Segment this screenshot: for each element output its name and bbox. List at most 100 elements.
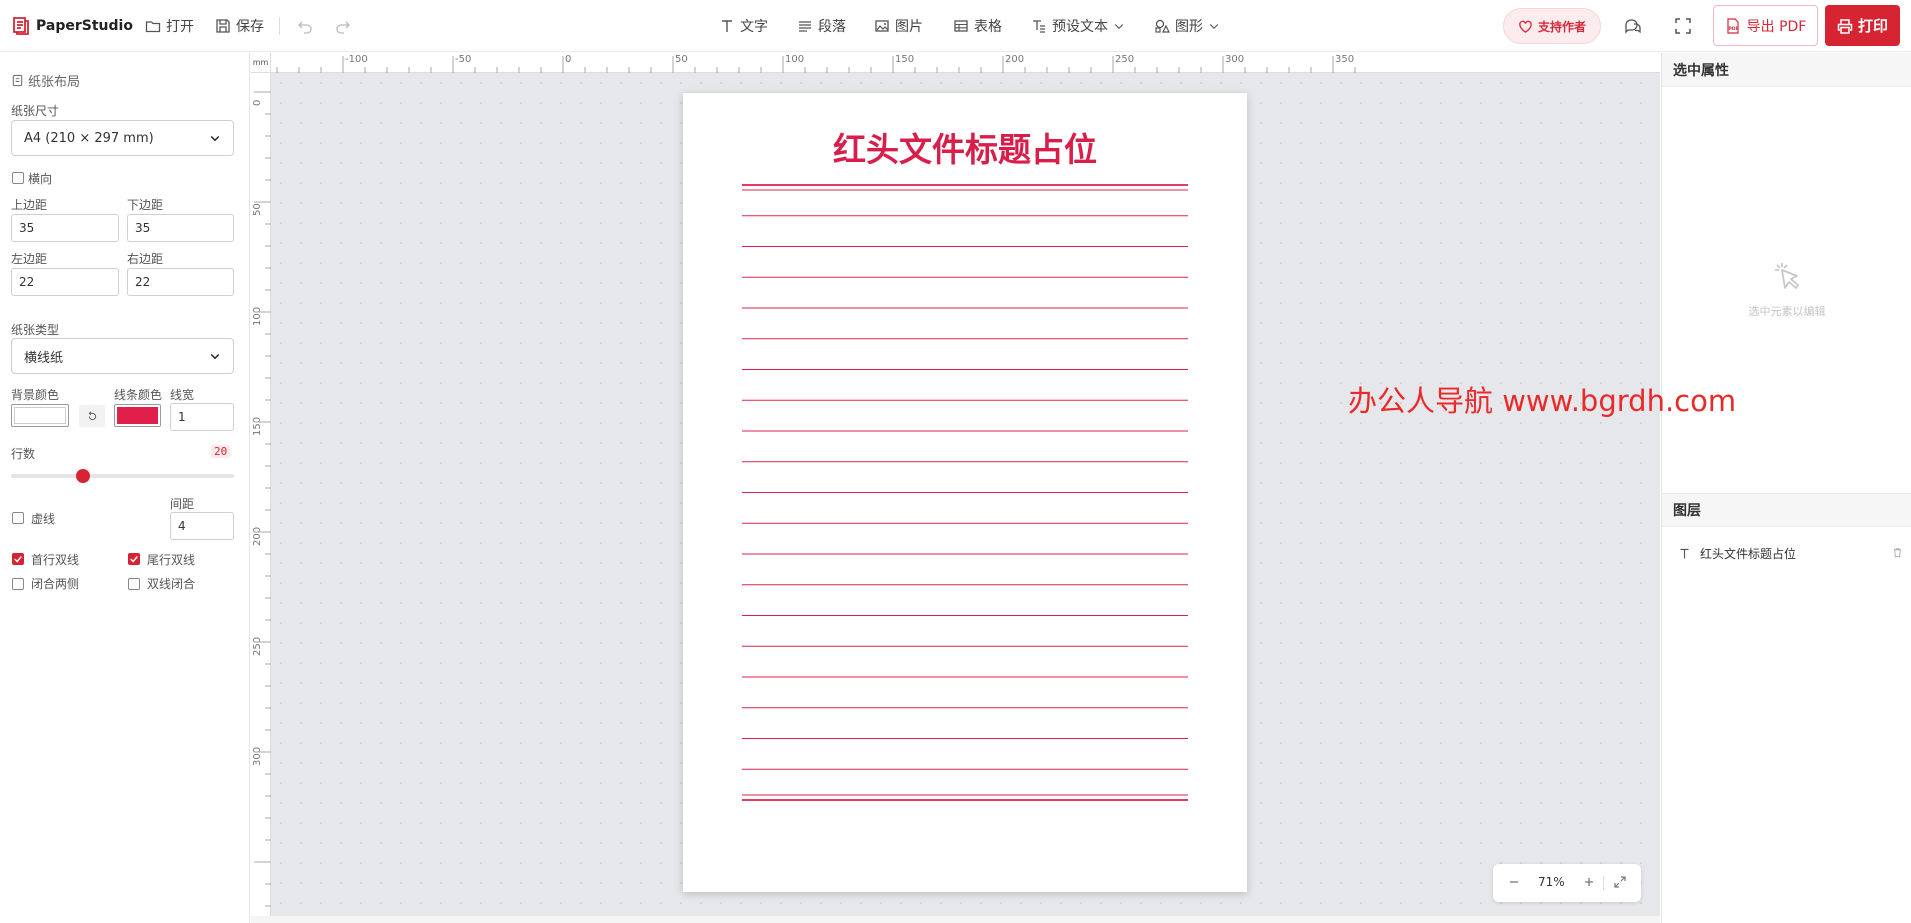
ruler-unit-label: mm (251, 53, 271, 73)
close-sides-checkbox[interactable] (12, 578, 24, 590)
chevron-down-icon (210, 135, 220, 142)
double-close-checkbox[interactable] (128, 578, 140, 590)
margin-left-input[interactable]: 22 (11, 268, 119, 296)
image-icon (875, 20, 889, 32)
section-title: 纸张布局 (28, 75, 81, 90)
fullscreen-icon (1675, 18, 1691, 34)
undo-button[interactable] (297, 13, 313, 39)
trash-icon (1893, 548, 1902, 558)
print-button[interactable]: 打印 (1825, 5, 1900, 46)
spacing-input[interactable]: 4 (170, 512, 234, 540)
preset-text-dropdown[interactable]: 预设文本 (1031, 13, 1125, 39)
status-bar (251, 916, 1660, 923)
empty-hint: 选中元素以编辑 (1748, 305, 1826, 318)
table-tool-button[interactable]: 表格 (953, 13, 1002, 39)
table-icon (954, 20, 968, 32)
layers-header: 图层 (1662, 493, 1911, 527)
text-icon (722, 20, 732, 32)
rows-slider-track[interactable] (11, 469, 234, 483)
undo-icon (298, 21, 312, 34)
fit-view-button[interactable] (1612, 874, 1628, 890)
margin-top-input[interactable]: 35 (11, 214, 119, 242)
rows-label: 行数 (11, 447, 36, 461)
zoom-out-button[interactable] (1506, 874, 1522, 890)
line-color-label: 线条颜色 (114, 388, 163, 402)
margin-top-label: 上边距 (11, 198, 48, 212)
open-button[interactable]: 打开 (145, 13, 194, 39)
layout-doc-icon (12, 74, 23, 87)
paragraph-icon (799, 21, 811, 32)
fullscreen-button[interactable] (1673, 16, 1693, 36)
paper-page[interactable]: 红头文件标题占位 (683, 93, 1247, 892)
minus-icon (1510, 881, 1518, 883)
redo-button[interactable] (335, 13, 351, 39)
paragraph-tool-button[interactable]: 段落 (797, 13, 846, 39)
expand-icon (1614, 876, 1626, 888)
preset-text-icon (1033, 20, 1045, 33)
delete-layer-button[interactable] (1892, 547, 1904, 559)
paper-type-label: 纸张类型 (11, 323, 60, 337)
save-button[interactable]: 保存 (215, 13, 264, 39)
text-tool-button[interactable]: 文字 (719, 13, 768, 39)
plus-icon (1585, 878, 1593, 886)
reset-icon (88, 410, 96, 420)
pdf-icon: PDF (1727, 17, 1738, 34)
export-pdf-button[interactable]: PDF 导出 PDF (1713, 5, 1818, 46)
ruled-lines (742, 184, 1188, 801)
zoom-in-button[interactable] (1581, 874, 1597, 890)
design-canvas[interactable]: -150-100-50050100150200250300350 0501001… (251, 53, 1660, 923)
ruler-top-ticks (276, 56, 1356, 73)
margin-right-label: 右边距 (127, 252, 164, 266)
shape-dropdown[interactable]: 图形 (1154, 13, 1220, 39)
line-width-label: 线宽 (170, 388, 195, 402)
last-double-checkbox[interactable] (128, 553, 140, 565)
paper-size-select[interactable]: A4 (210 × 297 mm) (11, 120, 234, 156)
margin-left-label: 左边距 (11, 252, 48, 266)
image-tool-button[interactable]: 图片 (874, 13, 923, 39)
landscape-checkbox[interactable] (12, 172, 24, 184)
app-name: PaperStudio (36, 18, 133, 34)
props-header: 选中属性 (1662, 53, 1911, 87)
margin-bottom-input[interactable]: 35 (127, 214, 234, 242)
redo-icon (336, 21, 350, 34)
section-header: 纸张布局 (11, 71, 80, 90)
reset-color-button[interactable] (79, 405, 105, 427)
cursor-click-icon (1775, 263, 1799, 289)
chevron-down-icon (1209, 24, 1219, 30)
layer-item[interactable]: 红头文件标题占位 (1662, 538, 1911, 568)
first-double-checkbox[interactable] (12, 553, 24, 565)
check-icon (14, 556, 22, 563)
bg-color-swatch[interactable] (11, 404, 69, 427)
chevron-down-icon (210, 353, 220, 360)
dashed-checkbox[interactable] (12, 512, 24, 524)
margin-bottom-label: 下边距 (127, 198, 164, 212)
line-color-swatch[interactable] (114, 404, 161, 427)
rows-value-badge: 20 (211, 445, 231, 458)
paper-type-select[interactable]: 横线纸 (11, 338, 234, 374)
last-double-label: 尾行双线 (147, 553, 196, 567)
left-ruler: 0 50 100 150 200 250 300 (251, 53, 271, 923)
zoom-control: 71% (1493, 864, 1641, 902)
ruler-left-ticks (254, 91, 271, 907)
rows-slider-thumb[interactable] (75, 469, 90, 483)
empty-state: 选中元素以编辑 (1662, 259, 1911, 319)
top-ruler: -150-100-50050100150200250300350 (251, 53, 1660, 73)
svg-text:PDF: PDF (1728, 26, 1738, 32)
line-width-input[interactable]: 1 (170, 403, 234, 431)
folder-icon (145, 21, 161, 33)
save-icon (216, 19, 230, 33)
paper-size-label: 纸张尺寸 (11, 104, 60, 118)
text-icon (1680, 548, 1689, 558)
first-double-label: 首行双线 (31, 553, 80, 567)
toolbar-divider (279, 17, 280, 35)
chat-button[interactable] (1623, 16, 1643, 36)
zoom-divider (1603, 876, 1604, 890)
margin-right-input[interactable]: 22 (127, 268, 234, 296)
dashed-label: 虚线 (31, 512, 56, 526)
close-sides-label: 闭合两侧 (31, 577, 80, 591)
shapes-icon (1155, 19, 1170, 33)
support-author-button[interactable]: 支持作者 (1503, 8, 1601, 44)
check-icon (130, 556, 138, 563)
watermark-text: 办公人导航 www.bgrdh.com (1348, 384, 1737, 418)
heart-icon (1519, 20, 1532, 33)
